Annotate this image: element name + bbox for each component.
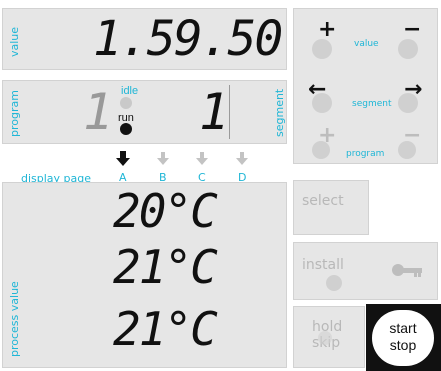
navigation-button-panel: + value − ← segment → + program − [293,8,438,164]
value-plus-button[interactable]: + [318,19,336,41]
page-b-arrow-icon [157,152,169,165]
hold-skip-button[interactable]: hold skip [293,306,365,368]
program-button-label: program [346,149,385,159]
program-plus-knob [312,141,330,159]
status-idle-label: idle [121,85,139,97]
program-segment-panel: program 1 idle run 1 segment [2,80,287,144]
process-value-panel: process value 20°C 21°C 21°C [2,182,287,368]
start-label: start [389,320,417,336]
select-button[interactable]: select [293,180,369,235]
hold-skip-knob [318,331,332,345]
value-plus-knob [312,39,332,59]
page-d-arrow-icon [236,152,248,165]
program-number: 1 [83,83,113,141]
value-reading: 1.59.50 [93,11,283,67]
idle-indicator [120,97,132,109]
page-c-arrow-icon [196,152,208,165]
program-label: program [8,90,21,137]
key-icon [392,264,422,277]
run-indicator [120,123,132,135]
process-value-1: 20°C [113,184,218,238]
program-minus-knob [398,141,416,159]
segment-number: 1 [199,83,229,141]
value-minus-button[interactable]: − [403,19,421,41]
process-value-label: process value [8,281,21,357]
stop-label: stop [389,337,417,353]
start-stop-button[interactable]: start stop [366,304,441,371]
value-label: value [8,26,21,57]
value-button-label: value [354,39,379,49]
process-value-3: 21°C [113,302,218,356]
segment-button-label: segment [352,99,392,109]
start-stop-face: start stop [372,310,434,366]
value-display-panel: value 1.59.50 [2,8,287,70]
value-minus-knob [398,39,418,59]
process-value-2: 21°C [113,240,218,294]
page-a-arrow-icon [116,151,130,166]
select-label: select [302,193,344,209]
install-label: install [302,257,344,273]
segment-divider [229,85,230,139]
install-button[interactable]: install [293,242,438,300]
segment-right-knob [398,93,418,113]
segment-left-knob [312,93,332,113]
install-knob [326,275,342,291]
segment-label: segment [273,88,286,137]
